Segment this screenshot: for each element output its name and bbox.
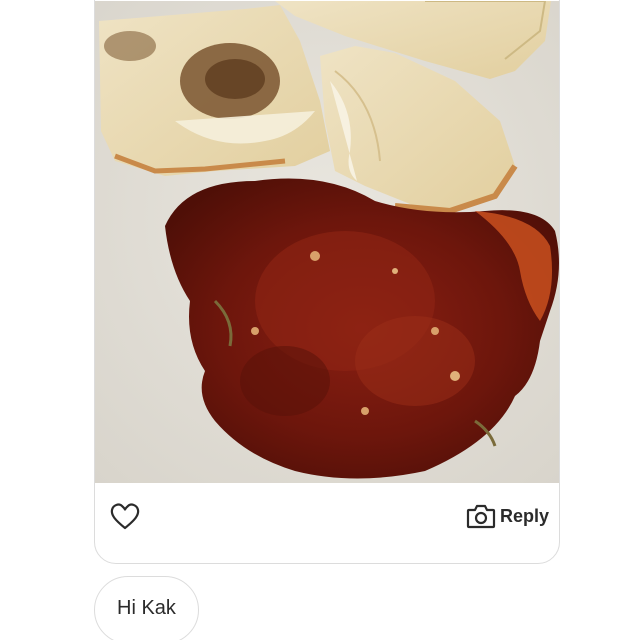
message-text: Hi Kak — [117, 597, 176, 619]
reply-button[interactable]: Reply — [466, 501, 549, 531]
reply-label: Reply — [499, 505, 549, 526]
camera-icon — [466, 504, 496, 529]
post-action-bar: Reply — [95, 483, 559, 563]
post-photo[interactable] — [95, 1, 560, 483]
chat-screen: Reply Hi Kak — [0, 0, 640, 640]
heart-icon — [110, 503, 140, 530]
message-bubble[interactable]: Hi Kak — [94, 576, 199, 640]
like-button[interactable] — [109, 501, 143, 531]
shared-post-card[interactable]: Reply — [94, 0, 560, 564]
